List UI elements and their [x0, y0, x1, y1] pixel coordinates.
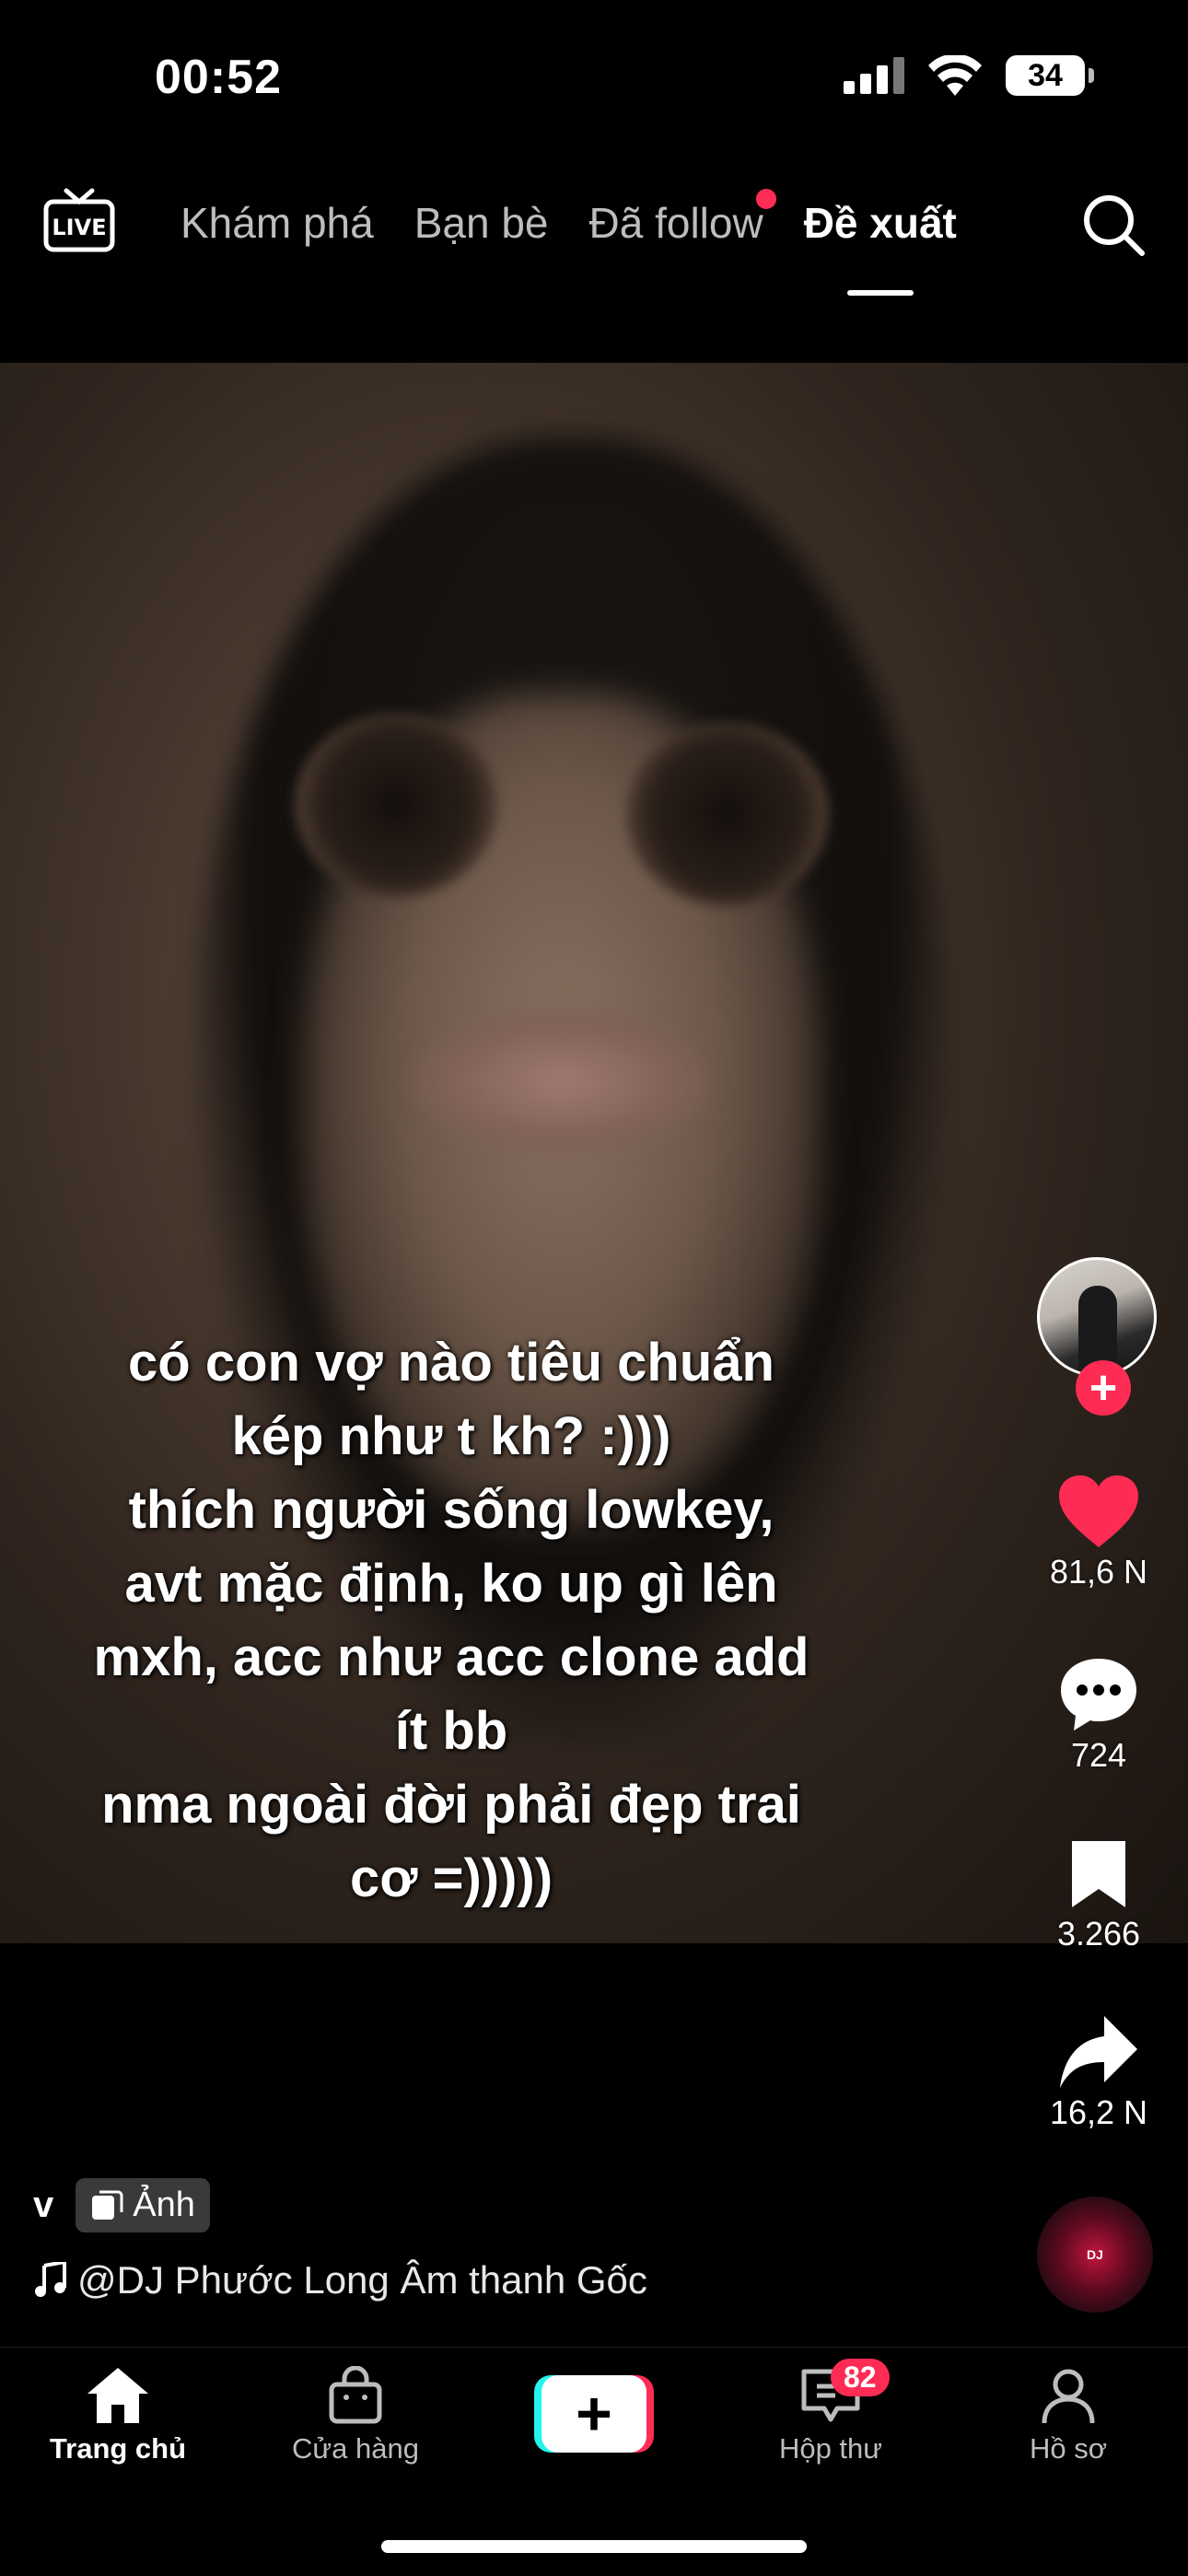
nav-profile[interactable]: Hồ sơ: [976, 2366, 1160, 2465]
cellular-signal-icon: [844, 57, 904, 94]
share-button[interactable]: 16,2 N: [1030, 2014, 1168, 2132]
create-post-button[interactable]: +: [534, 2375, 654, 2453]
bookmark-icon: [1072, 1841, 1125, 1907]
author-row: v Ảnh: [33, 2178, 210, 2232]
search-icon[interactable]: [1081, 192, 1146, 257]
save-count: 3.266: [1056, 1915, 1141, 1952]
comment-count: 724: [1070, 1736, 1127, 1774]
like-count: 81,6 N: [1049, 1553, 1148, 1591]
photo-eye-left: [295, 713, 497, 897]
post-caption-overlay: có con vợ nào tiêu chuẩn kép như t kh? :…: [93, 1333, 809, 1908]
photo-stack-icon: [92, 2190, 123, 2220]
nav-home[interactable]: Trang chủ: [26, 2366, 210, 2465]
battery-indicator: 34: [1006, 55, 1094, 96]
photo-eye-right: [626, 722, 829, 906]
share-arrow-icon: [1060, 2016, 1137, 2088]
follow-plus-button[interactable]: +: [1076, 1360, 1131, 1416]
music-note-icon: [35, 2262, 66, 2297]
nav-shop[interactable]: Cửa hàng: [263, 2366, 448, 2465]
plus-icon: +: [542, 2375, 646, 2453]
tab-explore[interactable]: Khám phá: [181, 198, 374, 248]
creator-avatar-wrap: +: [1037, 1257, 1157, 1416]
home-icon: [87, 2368, 148, 2423]
music-disc-icon[interactable]: DJ: [1037, 2197, 1153, 2313]
top-navigation: LIVE Khám phá Bạn bè Đã follow Đề xuất: [0, 180, 1188, 272]
nav-shop-label: Cửa hàng: [292, 2432, 419, 2465]
save-button[interactable]: 3.266: [1030, 1837, 1168, 1953]
nav-profile-label: Hồ sơ: [1029, 2432, 1108, 2465]
comment-icon: [1061, 1659, 1136, 1731]
nav-inbox-label: Hộp thư: [778, 2432, 883, 2465]
like-button[interactable]: 81,6 N: [1030, 1474, 1168, 1591]
nav-home-label: Trang chủ: [49, 2432, 187, 2465]
tab-for-you[interactable]: Đề xuất: [804, 198, 957, 248]
author-name[interactable]: v: [33, 2185, 53, 2226]
svg-text:LIVE: LIVE: [52, 215, 106, 240]
photo-badge-label: Ảnh: [133, 2186, 195, 2224]
feed-tabs: Khám phá Bạn bè Đã follow Đề xuất: [181, 189, 957, 248]
heart-icon: [1059, 1475, 1138, 1547]
photo-mode-badge: Ảnh: [76, 2178, 210, 2232]
tab-following[interactable]: Đã follow: [588, 189, 776, 248]
notification-dot: [755, 189, 776, 209]
profile-icon: [1042, 2369, 1095, 2424]
photo-mouth-shape: [414, 1008, 709, 1155]
inbox-badge: 82: [831, 2359, 890, 2396]
tab-friends[interactable]: Bạn bè: [414, 198, 549, 248]
share-count: 16,2 N: [1049, 2093, 1148, 2131]
wifi-icon: [928, 55, 982, 96]
shopping-bag-icon: [329, 2366, 382, 2424]
home-indicator[interactable]: [381, 2540, 807, 2553]
comment-button[interactable]: 724: [1030, 1655, 1168, 1775]
tab-following-label: Đã follow: [588, 199, 763, 247]
sound-name: @DJ Phước Long Âm thanh Gốc: [77, 2258, 647, 2302]
live-tv-icon[interactable]: LIVE: [42, 187, 116, 253]
status-time: 00:52: [155, 51, 282, 104]
status-icons: 34: [844, 55, 1094, 96]
avatar[interactable]: [1037, 1257, 1157, 1377]
nav-inbox[interactable]: 82 Hộp thư: [739, 2359, 923, 2465]
sound-row[interactable]: @DJ Phước Long Âm thanh Gốc: [33, 2258, 647, 2302]
